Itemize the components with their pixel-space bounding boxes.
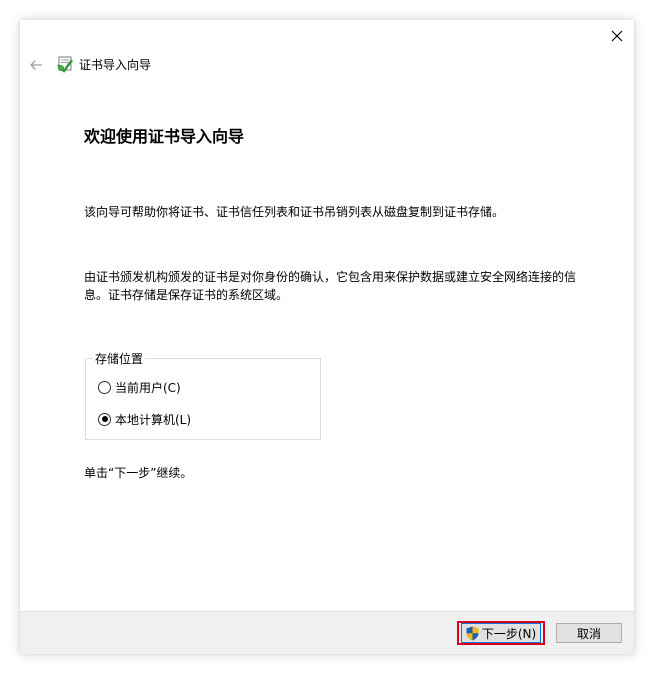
close-button[interactable] — [604, 24, 630, 48]
uac-shield-icon — [466, 626, 479, 640]
radio-label-current-user: 当前用户(C) — [115, 380, 181, 395]
close-icon — [611, 30, 623, 42]
cancel-button-label: 取消 — [576, 626, 601, 641]
continue-hint: 单击“下一步”继续。 — [84, 466, 193, 480]
cancel-button[interactable]: 取消 — [556, 623, 622, 643]
radio-button-current-user[interactable] — [98, 380, 111, 394]
footer-bar: 下一步(N) 取消 — [20, 611, 634, 654]
store-location-group: 存储位置 当前用户(C) 本地计算机(L) — [85, 351, 321, 440]
radio-button-local-machine[interactable] — [98, 412, 111, 426]
next-button-label: 下一步(N) — [481, 626, 537, 641]
description-line-2: 息。证书存储是保存证书的系统区域。 — [84, 288, 289, 302]
page-heading: 欢迎使用证书导入向导 — [84, 127, 245, 146]
store-location-legend: 存储位置 — [93, 351, 146, 367]
back-button[interactable] — [26, 56, 46, 74]
back-arrow-icon — [30, 60, 42, 70]
certificate-icon — [57, 56, 73, 73]
intro-paragraph: 该向导可帮助你将证书、证书信任列表和证书吊销列表从磁盘复制到证书存储。 — [84, 205, 505, 219]
description-line-1: 由证书颁发机构颁发的证书是对你身份的确认，它包含用来保护数据或建立安全网络连接的… — [84, 270, 577, 284]
radio-current-user[interactable]: 当前用户(C) — [98, 378, 181, 396]
radio-local-machine[interactable]: 本地计算机(L) — [98, 410, 191, 428]
certificate-import-wizard-dialog: 证书导入向导 欢迎使用证书导入向导 该向导可帮助你将证书、证书信任列表和证书吊销… — [20, 20, 634, 654]
description-paragraph: 由证书颁发机构颁发的证书是对你身份的确认，它包含用来保护数据或建立安全网络连接的… — [84, 268, 584, 304]
radio-label-local-machine: 本地计算机(L) — [115, 412, 192, 427]
wizard-title: 证书导入向导 — [79, 58, 152, 72]
next-button[interactable]: 下一步(N) — [461, 623, 541, 643]
